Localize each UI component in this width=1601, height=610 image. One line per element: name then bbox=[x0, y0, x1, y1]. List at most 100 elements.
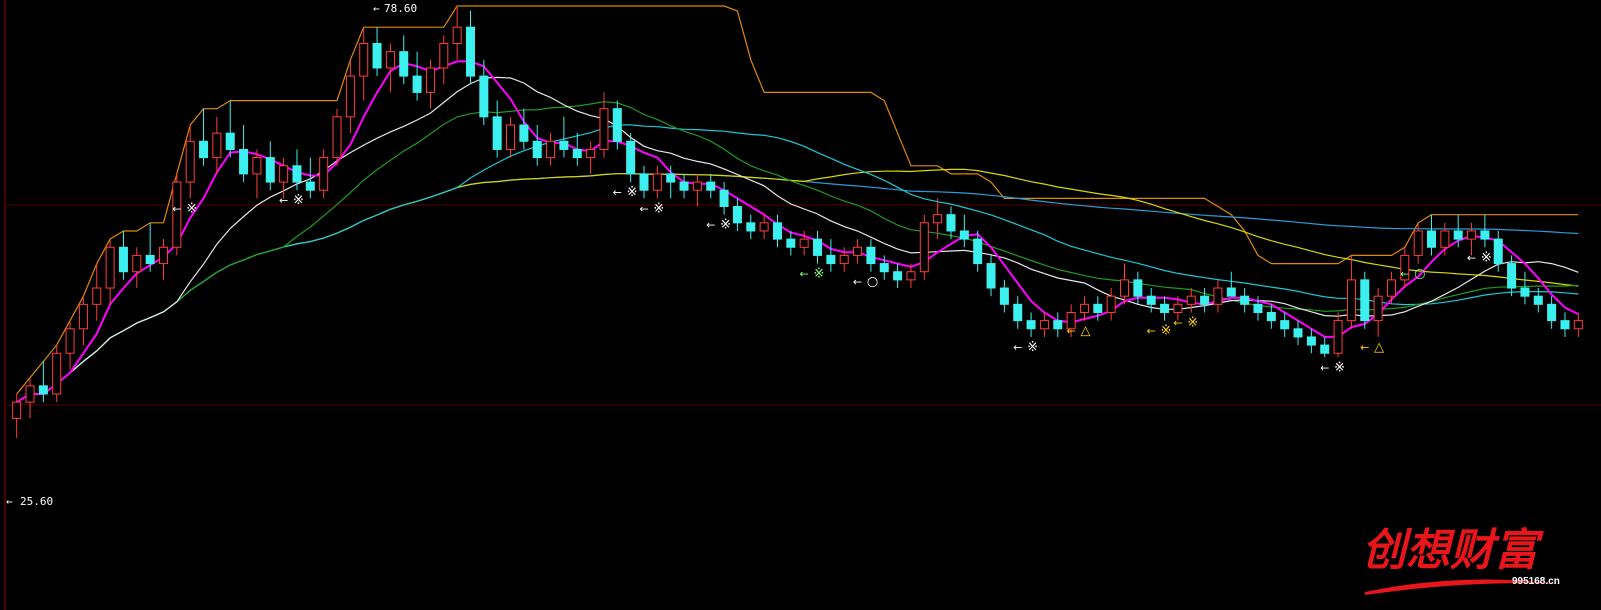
candle-body bbox=[572, 148, 582, 159]
price-high-label: ← 78.60 bbox=[373, 2, 417, 15]
signal-symbol: ※ bbox=[1027, 340, 1038, 355]
candle-body bbox=[279, 165, 289, 183]
candle-body bbox=[626, 140, 636, 175]
candle-body bbox=[1240, 295, 1250, 305]
candle-body bbox=[772, 222, 782, 240]
stock-kline-chart[interactable]: ← ※← ※← ※← ※← ※← ※← ○← ※← △ ← ※← ※← ※← △← ○← ※ ← 78.60 ←… bbox=[0, 0, 1601, 610]
candle-body bbox=[305, 181, 315, 191]
candle-body bbox=[1293, 328, 1303, 338]
signal-symbol: ※ bbox=[1334, 360, 1345, 375]
candle-body bbox=[826, 254, 836, 265]
candle-body bbox=[412, 75, 422, 93]
signal-arrow: ← bbox=[1173, 316, 1182, 329]
candle-body bbox=[666, 173, 676, 183]
candle-body bbox=[225, 132, 235, 150]
signal-arrow: ← bbox=[172, 202, 181, 215]
candle-body bbox=[946, 214, 956, 232]
candle-body bbox=[1053, 320, 1063, 330]
candle-body bbox=[78, 303, 88, 330]
candle-body bbox=[1213, 287, 1223, 305]
candle-body bbox=[879, 263, 889, 273]
candle-body bbox=[1533, 295, 1543, 305]
signal-symbol: ※ bbox=[653, 201, 664, 216]
candle-3 bbox=[52, 345, 62, 403]
candle-body bbox=[1013, 303, 1023, 322]
candle-body bbox=[1146, 295, 1156, 305]
signal-symbol: ※ bbox=[293, 193, 304, 208]
candle-body bbox=[1200, 295, 1210, 305]
candle-body bbox=[506, 124, 516, 150]
signal-symbol: ※ bbox=[720, 218, 731, 233]
signal-symbol: △ bbox=[1374, 340, 1384, 355]
candle-body bbox=[1173, 303, 1183, 313]
price-high-arrow: ← bbox=[373, 2, 380, 15]
candle-body bbox=[1427, 230, 1437, 248]
watermark-url: 995168.cn bbox=[1512, 576, 1560, 587]
candle-body bbox=[399, 51, 409, 77]
candle-body bbox=[265, 157, 275, 183]
candle-body bbox=[1160, 303, 1170, 313]
candle-body bbox=[118, 246, 128, 273]
candle-body bbox=[679, 181, 689, 191]
signal-arrow: ← bbox=[706, 219, 715, 232]
candle-body bbox=[546, 140, 556, 159]
candle-body bbox=[372, 42, 382, 69]
candle-body bbox=[919, 222, 929, 273]
price-low-value: 25.60 bbox=[20, 495, 53, 508]
candle-body bbox=[1373, 295, 1383, 322]
price-high-value: 78.60 bbox=[384, 2, 417, 15]
candle-body bbox=[1480, 230, 1490, 240]
candle-body bbox=[612, 108, 622, 142]
candle-body bbox=[586, 148, 596, 159]
signal-symbol: ※ bbox=[814, 267, 825, 282]
signal-arrow: ← bbox=[1400, 268, 1409, 281]
signal-symbol: ○ bbox=[1414, 267, 1425, 282]
candle-body bbox=[1280, 320, 1290, 330]
candle-body bbox=[92, 287, 102, 305]
candle-body bbox=[25, 385, 35, 403]
signal-symbol: ○ bbox=[867, 275, 878, 290]
candle-body bbox=[345, 75, 355, 118]
candle-body bbox=[439, 42, 449, 69]
candle-body bbox=[1120, 279, 1130, 297]
candle-body bbox=[1039, 320, 1049, 330]
candle-body bbox=[492, 116, 502, 150]
candle-body bbox=[652, 173, 662, 191]
candle-body bbox=[132, 254, 142, 273]
candle-body bbox=[973, 238, 983, 265]
signal-symbol: ※ bbox=[627, 185, 638, 200]
candle-body bbox=[746, 222, 756, 232]
candle-body bbox=[986, 263, 996, 289]
candle-body bbox=[1386, 279, 1396, 297]
candle-body bbox=[319, 157, 329, 191]
candle-body bbox=[465, 26, 475, 77]
signal-arrow: ← bbox=[800, 268, 809, 281]
candle-body bbox=[786, 238, 796, 248]
candle-body bbox=[1360, 279, 1370, 322]
candle-body bbox=[105, 246, 115, 289]
candle-body bbox=[145, 254, 155, 265]
candle-body bbox=[706, 181, 716, 191]
signal-symbol: ※ bbox=[186, 201, 197, 216]
candle-body bbox=[1467, 230, 1477, 240]
candle-body bbox=[359, 42, 369, 77]
candle-body bbox=[839, 254, 849, 265]
candle-body bbox=[52, 352, 62, 395]
candle-body bbox=[1520, 287, 1530, 297]
candle-body bbox=[212, 132, 222, 159]
candle-body bbox=[1226, 287, 1236, 297]
candle-body bbox=[239, 148, 249, 175]
candle-body bbox=[1079, 303, 1089, 313]
price-low-arrow: ← bbox=[6, 495, 13, 508]
signal-symbol: ※ bbox=[1187, 315, 1198, 330]
candle-body bbox=[425, 67, 435, 93]
candle-body bbox=[692, 181, 702, 191]
candle-body bbox=[532, 140, 542, 159]
signal-arrow: ← bbox=[279, 194, 288, 207]
candle-body bbox=[639, 173, 649, 191]
candle-body bbox=[999, 287, 1009, 305]
candle-body bbox=[65, 328, 75, 354]
candle-body bbox=[813, 238, 823, 256]
candle-body bbox=[185, 140, 195, 183]
candle-body bbox=[1560, 320, 1570, 330]
